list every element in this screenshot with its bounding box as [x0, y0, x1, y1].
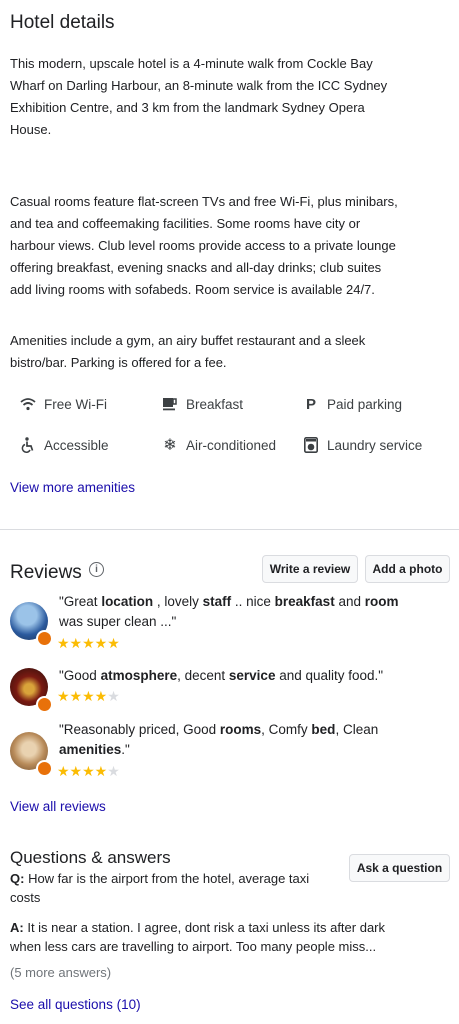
text-line: bistro/bar. Parking is offered for a fee…	[10, 355, 227, 370]
accessible-icon	[20, 437, 36, 453]
amenity-free-wifi: Free Wi-Fi	[20, 394, 107, 414]
text-line: This modern, upscale hotel is a 4-minute…	[10, 56, 373, 71]
review-item[interactable]: "Good atmosphere, decent service and qua…	[10, 666, 450, 713]
snowflake-icon: ❄	[163, 437, 177, 454]
info-icon[interactable]: i	[89, 562, 104, 577]
washing-machine-icon	[303, 437, 319, 453]
amenity-label: Laundry service	[327, 437, 423, 453]
hotel-description-1: This modern, upscale hotel is a 4-minute…	[10, 53, 446, 141]
amenity-air-conditioned: ❄ Air-conditioned	[162, 435, 276, 455]
text-line: Casual rooms feature flat-screen TVs and…	[10, 194, 398, 209]
view-all-reviews-link[interactable]: View all reviews	[10, 799, 106, 814]
amenity-label: Breakfast	[186, 396, 244, 412]
coffee-cup-icon	[162, 396, 178, 412]
text-line: Wharf on Darling Harbour, an 8-minute wa…	[10, 78, 388, 93]
amenity-label: Air-conditioned	[186, 437, 277, 453]
hotel-description-3: Amenities include a gym, an airy buffet …	[10, 330, 446, 374]
amenity-accessible: Accessible	[20, 435, 109, 455]
amenity-breakfast: Breakfast	[162, 394, 243, 414]
amenity-paid-parking: P Paid parking	[303, 394, 402, 414]
star-rating: ★★★★★	[57, 635, 120, 651]
hotel-description-2: Casual rooms feature flat-screen TVs and…	[10, 191, 446, 301]
amenity-laundry-service: Laundry service	[303, 435, 422, 455]
amenity-label: Paid parking	[327, 396, 403, 412]
local-guide-badge	[36, 630, 53, 647]
ask-question-button[interactable]: Ask a question	[349, 854, 450, 882]
see-all-questions-link[interactable]: See all questions (10)	[10, 997, 141, 1012]
review-text: "Good atmosphere, decent service and qua…	[59, 668, 384, 683]
hotel-details-title: Hotel details	[10, 12, 115, 33]
text-line: Amenities include a gym, an airy buffet …	[10, 333, 366, 348]
text-line: offering breakfast, evening snacks and a…	[10, 260, 382, 275]
question-text[interactable]: Q: How far is the airport from the hotel…	[10, 869, 345, 907]
section-divider	[0, 529, 459, 530]
review-item[interactable]: "Reasonably priced, Good rooms, Comfy be…	[10, 720, 450, 784]
text-line: add living rooms with sofabeds. Room ser…	[10, 282, 375, 297]
parking-icon: P	[305, 395, 316, 413]
answer-text: A: It is near a station. I agree, dont r…	[10, 920, 386, 954]
add-photo-button[interactable]: Add a photo	[365, 555, 450, 583]
amenity-label: Free Wi-Fi	[44, 396, 107, 412]
qa-title: Questions & answers	[10, 848, 171, 867]
review-text: "Great location , lovely staff .. nice b…	[59, 594, 399, 629]
review-item[interactable]: "Great location , lovely staff .. nice b…	[10, 592, 450, 654]
write-review-button[interactable]: Write a review	[262, 555, 358, 583]
review-text: "Reasonably priced, Good rooms, Comfy be…	[59, 722, 379, 757]
star-rating: ★★★★★	[57, 763, 120, 779]
local-guide-badge	[36, 696, 53, 713]
star-rating: ★★★★★	[57, 688, 120, 704]
text-line: harbour views. Club level rooms provide …	[10, 238, 396, 253]
wifi-icon	[20, 396, 36, 412]
local-guide-badge	[36, 760, 53, 777]
text-line: Exhibition Centre, and 3 km from the lan…	[10, 100, 365, 115]
text-line: House.	[10, 122, 52, 137]
view-more-amenities-link[interactable]: View more amenities	[10, 480, 135, 495]
reviews-title: Reviews	[10, 562, 82, 583]
amenity-label: Accessible	[44, 437, 109, 453]
text-line: and tea and coffeemaking facilities. Som…	[10, 216, 361, 231]
more-answers-text[interactable]: (5 more answers)	[10, 965, 111, 980]
